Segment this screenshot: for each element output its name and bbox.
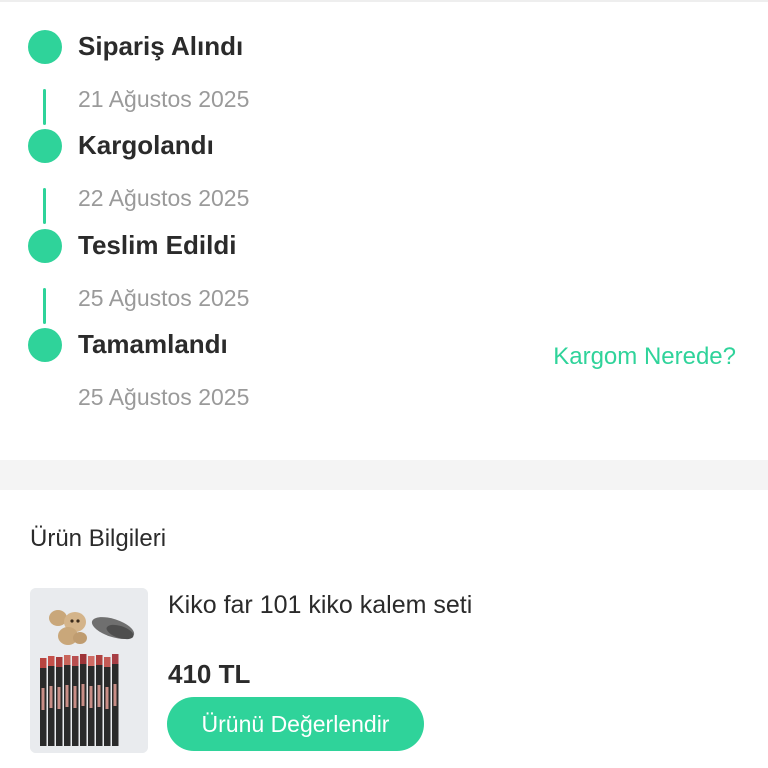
track-shipment-link[interactable]: Kargom Nerede? (553, 343, 736, 371)
product-info-heading: Ürün Bilgileri (30, 525, 167, 552)
timeline-connector (43, 288, 46, 324)
status-step-title: Kargolandı (78, 130, 214, 160)
status-step-completed: Tamamlandı 25 Ağustos 2025 (0, 328, 768, 418)
top-divider (0, 0, 768, 2)
status-step-shipped: Kargolandı 22 Ağustos 2025 (0, 129, 768, 224)
product-price: 410 TL (168, 659, 251, 689)
status-step-title: Sipariş Alındı (78, 31, 244, 61)
timeline-connector (43, 89, 46, 125)
status-step-date: 25 Ağustos 2025 (78, 285, 250, 311)
status-step-date: 22 Ağustos 2025 (78, 185, 250, 211)
product-photo-icon (30, 588, 148, 753)
status-step-date: 25 Ağustos 2025 (78, 384, 250, 410)
status-step-delivered: Teslim Edildi 25 Ağustos 2025 (0, 229, 768, 324)
review-button-label: Ürünü Değerlendir (201, 710, 390, 737)
status-step-date: 21 Ağustos 2025 (78, 86, 250, 112)
section-divider (0, 460, 768, 490)
product-name[interactable]: Kiko far 101 kiko kalem seti (168, 591, 472, 620)
product-image[interactable] (30, 588, 148, 753)
status-step-order-received: Sipariş Alındı 21 Ağustos 2025 (0, 30, 768, 125)
review-product-button[interactable]: Ürünü Değerlendir (167, 697, 424, 751)
timeline-connector (43, 188, 46, 224)
status-step-title: Tamamlandı (78, 329, 228, 359)
status-dot-icon (28, 229, 62, 263)
status-dot-icon (28, 30, 62, 64)
status-step-title: Teslim Edildi (78, 230, 237, 260)
status-dot-icon (28, 328, 62, 362)
status-dot-icon (28, 129, 62, 163)
